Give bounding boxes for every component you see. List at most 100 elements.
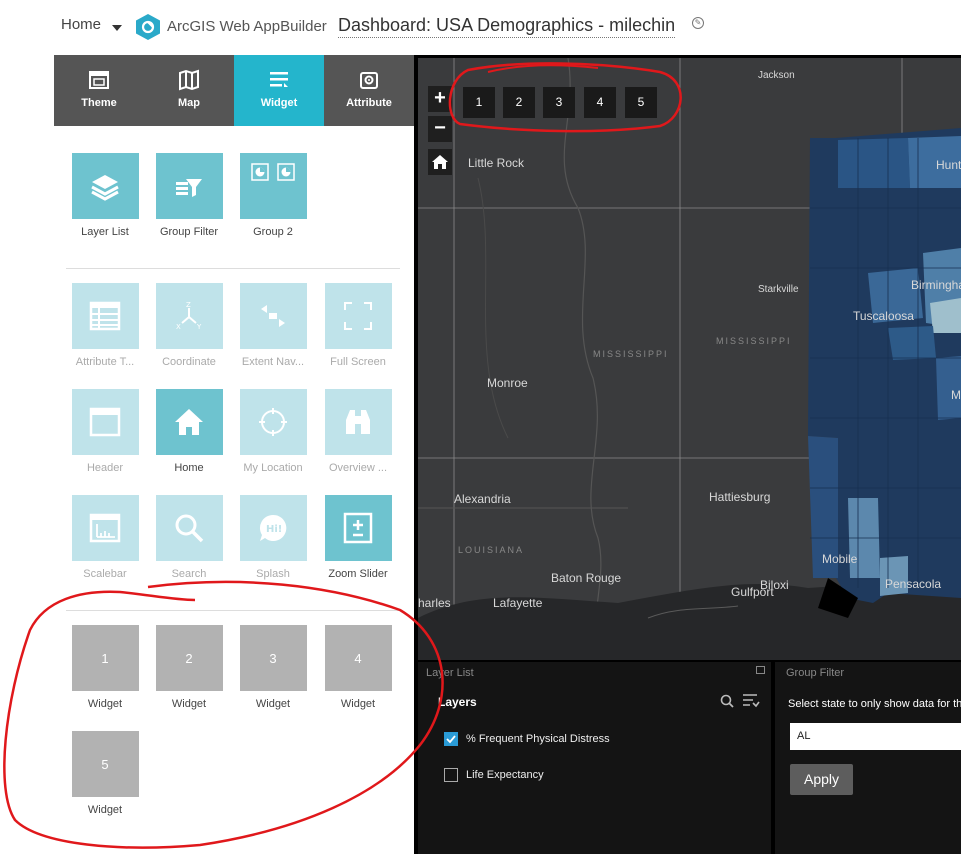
builder-tabs: Theme Map Widget Attribute — [54, 55, 414, 126]
map-label: Birmingha — [911, 278, 961, 292]
map-label: Mobile — [822, 552, 858, 566]
widget-tile[interactable] — [71, 283, 139, 349]
layer-label[interactable]: % Frequent Physical Distress — [466, 733, 610, 745]
panel-title: Group Filter — [786, 667, 845, 679]
widget-placeholder-1[interactable]: 1 Widget — [62, 625, 148, 710]
widget-tile[interactable] — [239, 153, 307, 219]
widget-tile[interactable] — [71, 389, 139, 455]
map-view[interactable]: Jackson Little Rock Hunt Starkville Birm… — [418, 58, 961, 660]
widget-home[interactable]: Home — [146, 389, 232, 474]
placeholder-tile[interactable]: 5 — [71, 731, 139, 797]
app-builder-logo-icon — [136, 14, 160, 40]
layer-label[interactable]: Life Expectancy — [466, 769, 544, 781]
zoom-in-button[interactable]: + — [428, 86, 452, 112]
widget-overview-map[interactable]: Overview ... — [315, 389, 401, 474]
tab-widget[interactable]: Widget — [234, 55, 324, 126]
state-select[interactable]: AL — [790, 723, 961, 750]
search-icon[interactable] — [720, 694, 734, 708]
state-label: MISSISSIPPI — [593, 349, 669, 359]
placeholder-button-1[interactable]: 1 — [463, 87, 495, 118]
widget-tile[interactable] — [324, 495, 392, 561]
placeholder-tile[interactable]: 3 — [239, 625, 307, 691]
map-label: M — [951, 388, 961, 402]
map-label: Alexandria — [454, 492, 511, 506]
widget-extent-navigate[interactable]: Extent Nav... — [230, 283, 316, 368]
home-button[interactable] — [428, 149, 452, 175]
widget-tile[interactable] — [155, 495, 223, 561]
widget-group-2[interactable]: Group 2 — [230, 153, 316, 238]
widget-group-filter[interactable]: Group Filter — [146, 153, 232, 238]
widget-tile[interactable] — [71, 495, 139, 561]
placeholder-button-2[interactable]: 2 — [503, 87, 535, 118]
list-options-icon[interactable] — [742, 693, 760, 708]
state-label: LOUISIANA — [458, 545, 525, 555]
tab-theme[interactable]: Theme — [54, 55, 144, 126]
placeholder-button-5[interactable]: 5 — [625, 87, 657, 118]
widget-search[interactable]: Search — [146, 495, 232, 580]
search-icon — [175, 514, 204, 543]
edit-icon[interactable]: ✎ — [692, 17, 704, 29]
placeholder-tile[interactable]: 2 — [155, 625, 223, 691]
svg-text:Hi!: Hi! — [266, 524, 282, 535]
maximize-icon[interactable] — [756, 666, 765, 674]
app-title[interactable]: Dashboard: USA Demographics - milechin — [338, 15, 676, 38]
top-bar: Home ArcGIS Web AppBuilder Dashboard: US… — [0, 0, 961, 54]
widget-scalebar[interactable]: Scalebar — [62, 495, 148, 580]
extent-navigate-icon — [261, 305, 285, 327]
widget-tile[interactable] — [155, 153, 223, 219]
widget-label: Full Screen — [330, 356, 386, 368]
tab-attribute[interactable]: Attribute — [324, 55, 414, 126]
tab-map[interactable]: Map — [144, 55, 234, 126]
widget-my-location[interactable]: My Location — [230, 389, 316, 474]
map-label: Baton Rouge — [551, 571, 622, 585]
filter-description: Select state to only show data for th — [788, 698, 961, 710]
widget-tile[interactable] — [71, 153, 139, 219]
chevron-down-icon[interactable] — [112, 25, 122, 31]
widget-label: Widget — [87, 698, 123, 710]
widget-label: Widget — [171, 698, 207, 710]
map-label: Gulfport — [731, 585, 774, 599]
widget-label: Widget — [340, 698, 376, 710]
placeholder-tile[interactable]: 4 — [324, 625, 392, 691]
home-link[interactable]: Home — [61, 16, 101, 33]
layer-checkbox[interactable] — [444, 768, 458, 782]
widget-tile[interactable] — [155, 389, 223, 455]
widget-full-screen[interactable]: Full Screen — [315, 283, 401, 368]
widget-label: Widget — [87, 804, 123, 816]
placeholder-tile[interactable]: 1 — [71, 625, 139, 691]
widget-splash[interactable]: Hi! Splash — [230, 495, 316, 580]
apply-button[interactable]: Apply — [790, 764, 853, 795]
widget-placeholder-2[interactable]: 2 Widget — [146, 625, 232, 710]
widget-placeholder-3[interactable]: 3 Widget — [230, 625, 316, 710]
widget-label: My Location — [243, 462, 303, 474]
placeholder-button-3[interactable]: 3 — [543, 87, 575, 118]
header-icon — [89, 407, 121, 437]
zoom-out-button[interactable]: − — [428, 116, 452, 142]
widget-placeholder-5[interactable]: 5 Widget — [62, 731, 148, 816]
widget-label: Home — [174, 462, 204, 474]
map-label: Starkville — [758, 284, 799, 295]
widget-tile[interactable]: Z X Y — [155, 283, 223, 349]
map-label: Little Rock — [468, 156, 525, 170]
widget-tile[interactable] — [324, 283, 392, 349]
layer-checkbox[interactable] — [444, 732, 458, 746]
check-icon — [446, 735, 456, 744]
widget-coordinate[interactable]: Z X Y Coordinate — [146, 283, 232, 368]
placeholder-button-4[interactable]: 4 — [584, 87, 616, 118]
widget-label: Layer List — [81, 226, 129, 238]
svg-text:Z: Z — [186, 301, 191, 309]
widget-tile[interactable] — [239, 283, 307, 349]
widget-tile[interactable] — [239, 389, 307, 455]
widget-attribute-table[interactable]: Attribute T... — [62, 283, 148, 368]
map-icon — [179, 69, 199, 91]
widget-tile[interactable] — [324, 389, 392, 455]
svg-text:Y: Y — [196, 323, 202, 331]
svg-text:X: X — [176, 323, 181, 331]
widget-layer-list[interactable]: Layer List — [62, 153, 148, 238]
widget-label: Extent Nav... — [241, 356, 305, 368]
widget-tile[interactable]: Hi! — [239, 495, 307, 561]
widget-header[interactable]: Header — [62, 389, 148, 474]
widget-zoom-slider[interactable]: Zoom Slider — [315, 495, 401, 580]
state-label: MISSISSIPPI — [716, 336, 792, 346]
widget-placeholder-4[interactable]: 4 Widget — [315, 625, 401, 710]
